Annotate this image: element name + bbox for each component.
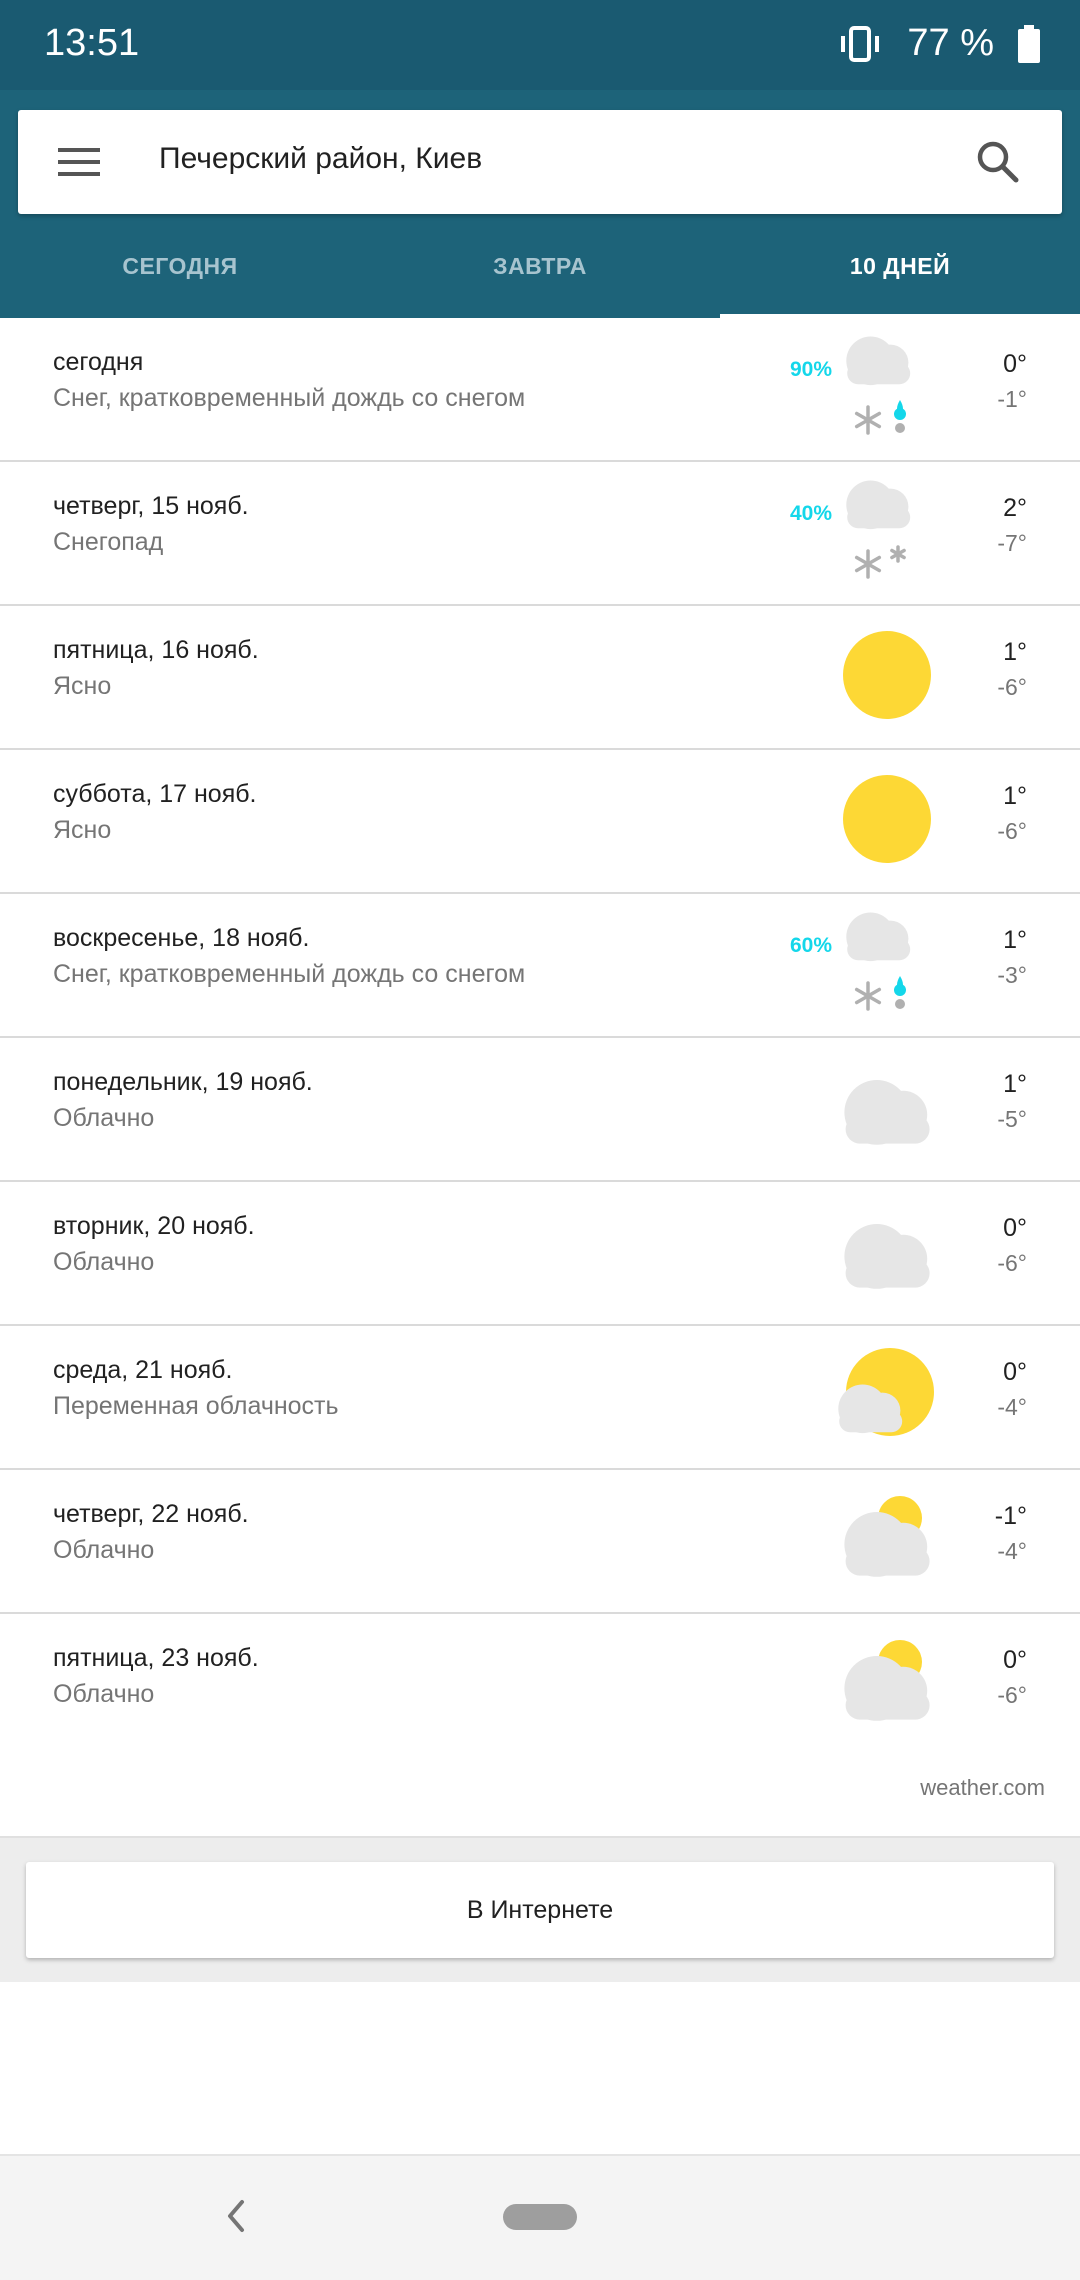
mostly-cloudy-icon bbox=[844, 1640, 930, 1721]
forecast-row[interactable]: суббота, 17 нояб. Ясно 1° -6° bbox=[0, 750, 1080, 894]
condition-text: Снегопад bbox=[53, 528, 164, 556]
sun-icon bbox=[843, 775, 931, 863]
snow-rain-icon bbox=[846, 912, 911, 1011]
status-right: 77 % bbox=[837, 22, 1040, 65]
day-name: среда, 21 нояб. bbox=[53, 1356, 233, 1384]
temp-high: 2° bbox=[1003, 494, 1027, 522]
menu-icon[interactable] bbox=[58, 140, 102, 184]
temp-high: 1° bbox=[1003, 926, 1027, 954]
temp-low: -6° bbox=[997, 674, 1027, 700]
partly-cloudy-icon bbox=[838, 1348, 934, 1436]
forecast-row[interactable]: среда, 21 нояб. Переменная облачность 0°… bbox=[0, 1326, 1080, 1470]
precipitation-chance: 60% bbox=[789, 934, 832, 957]
battery-percent: 77 % bbox=[907, 22, 994, 64]
condition-text: Облачно bbox=[53, 1680, 155, 1708]
temp-high: 0° bbox=[1003, 1358, 1027, 1386]
home-pill[interactable] bbox=[503, 2204, 577, 2230]
status-bar: 13:51 77 % bbox=[0, 0, 1080, 90]
condition-text: Облачно bbox=[53, 1248, 155, 1276]
forecast-row[interactable]: четверг, 22 нояб. Облачно -1° -4° bbox=[0, 1470, 1080, 1614]
temp-high: 1° bbox=[1003, 638, 1027, 666]
snow-icon bbox=[846, 480, 911, 579]
sun-icon bbox=[843, 631, 931, 719]
tab-tomorrow[interactable]: ЗАВТРА bbox=[360, 214, 720, 318]
condition-text: Ясно bbox=[53, 672, 112, 700]
temp-low: -6° bbox=[997, 1682, 1027, 1708]
location-search-bar[interactable]: Печерский район, Киев bbox=[18, 110, 1062, 214]
forecast-row[interactable]: воскресенье, 18 нояб. Снег, кратковремен… bbox=[0, 894, 1080, 1038]
condition-text: Облачно bbox=[53, 1536, 155, 1564]
snow-rain-icon bbox=[846, 336, 911, 435]
location-text[interactable]: Печерский район, Киев bbox=[159, 142, 482, 176]
temp-low: -4° bbox=[997, 1394, 1027, 1420]
forecast-tabs: СЕГОДНЯ ЗАВТРА 10 ДНЕЙ bbox=[0, 214, 1080, 318]
battery-icon bbox=[1018, 24, 1040, 63]
temp-low: -1° bbox=[997, 386, 1027, 412]
forecast-list: сегодня Снег, кратковременный дождь со с… bbox=[0, 318, 1080, 1758]
forecast-row[interactable]: вторник, 20 нояб. Облачно 0° -6° bbox=[0, 1182, 1080, 1326]
condition-text: Облачно bbox=[53, 1104, 155, 1132]
temp-low: -6° bbox=[997, 818, 1027, 844]
day-name: четверг, 22 нояб. bbox=[53, 1500, 249, 1528]
forecast-row[interactable]: пятница, 23 нояб. Облачно 0° -6° bbox=[0, 1614, 1080, 1758]
temp-low: -3° bbox=[997, 962, 1027, 988]
forecast-row[interactable]: четверг, 15 нояб. Снегопад 40% 2° -7° bbox=[0, 462, 1080, 606]
forecast-row[interactable]: понедельник, 19 нояб. Облачно 1° -5° bbox=[0, 1038, 1080, 1182]
day-name: пятница, 23 нояб. bbox=[53, 1644, 259, 1672]
mostly-cloudy-icon bbox=[844, 1496, 930, 1577]
forecast-row[interactable]: пятница, 16 нояб. Ясно 1° -6° bbox=[0, 606, 1080, 750]
online-section: В Интернете bbox=[0, 1836, 1080, 1982]
search-icon[interactable] bbox=[974, 138, 1022, 186]
day-name: сегодня bbox=[53, 348, 144, 376]
day-name: четверг, 15 нояб. bbox=[53, 492, 249, 520]
condition-text: Снег, кратковременный дождь со снегом bbox=[53, 960, 526, 988]
weather-app: 13:51 77 % Печерский район, Киев СЕГОДНЯ… bbox=[0, 0, 1080, 2280]
precipitation-chance: 90% bbox=[789, 358, 832, 381]
precipitation-chance: 40% bbox=[789, 502, 832, 525]
day-name: вторник, 20 нояб. bbox=[53, 1212, 255, 1240]
day-name: понедельник, 19 нояб. bbox=[53, 1068, 313, 1096]
vibrate-icon bbox=[837, 24, 883, 64]
status-time: 13:51 bbox=[44, 22, 140, 64]
online-button[interactable]: В Интернете bbox=[26, 1862, 1054, 1958]
temp-high: 0° bbox=[1003, 1646, 1027, 1674]
temp-low: -5° bbox=[997, 1106, 1027, 1132]
attribution[interactable]: weather.com bbox=[920, 1775, 1045, 1801]
temp-high: 0° bbox=[1003, 1214, 1027, 1242]
day-name: пятница, 16 нояб. bbox=[53, 636, 259, 664]
temp-high: 0° bbox=[1003, 350, 1027, 378]
temp-high: -1° bbox=[994, 1502, 1027, 1530]
temp-low: -4° bbox=[997, 1538, 1027, 1564]
forecast-row[interactable]: сегодня Снег, кратковременный дождь со с… bbox=[0, 318, 1080, 462]
cloud-icon bbox=[844, 1080, 930, 1145]
navigation-bar bbox=[0, 2154, 1080, 2280]
condition-text: Переменная облачность bbox=[53, 1392, 339, 1420]
day-name: суббота, 17 нояб. bbox=[53, 780, 257, 808]
temp-low: -6° bbox=[997, 1250, 1027, 1276]
temp-high: 1° bbox=[1003, 1070, 1027, 1098]
temp-high: 1° bbox=[1003, 782, 1027, 810]
tab-10-days[interactable]: 10 ДНЕЙ bbox=[720, 214, 1080, 318]
tab-today[interactable]: СЕГОДНЯ bbox=[0, 214, 360, 318]
condition-text: Ясно bbox=[53, 816, 112, 844]
back-icon[interactable] bbox=[218, 2196, 254, 2236]
temp-low: -7° bbox=[997, 530, 1027, 556]
day-name: воскресенье, 18 нояб. bbox=[53, 924, 310, 952]
cloud-icon bbox=[844, 1224, 930, 1289]
condition-text: Снег, кратковременный дождь со снегом bbox=[53, 384, 526, 412]
app-header: Печерский район, Киев СЕГОДНЯ ЗАВТРА 10 … bbox=[0, 90, 1080, 318]
